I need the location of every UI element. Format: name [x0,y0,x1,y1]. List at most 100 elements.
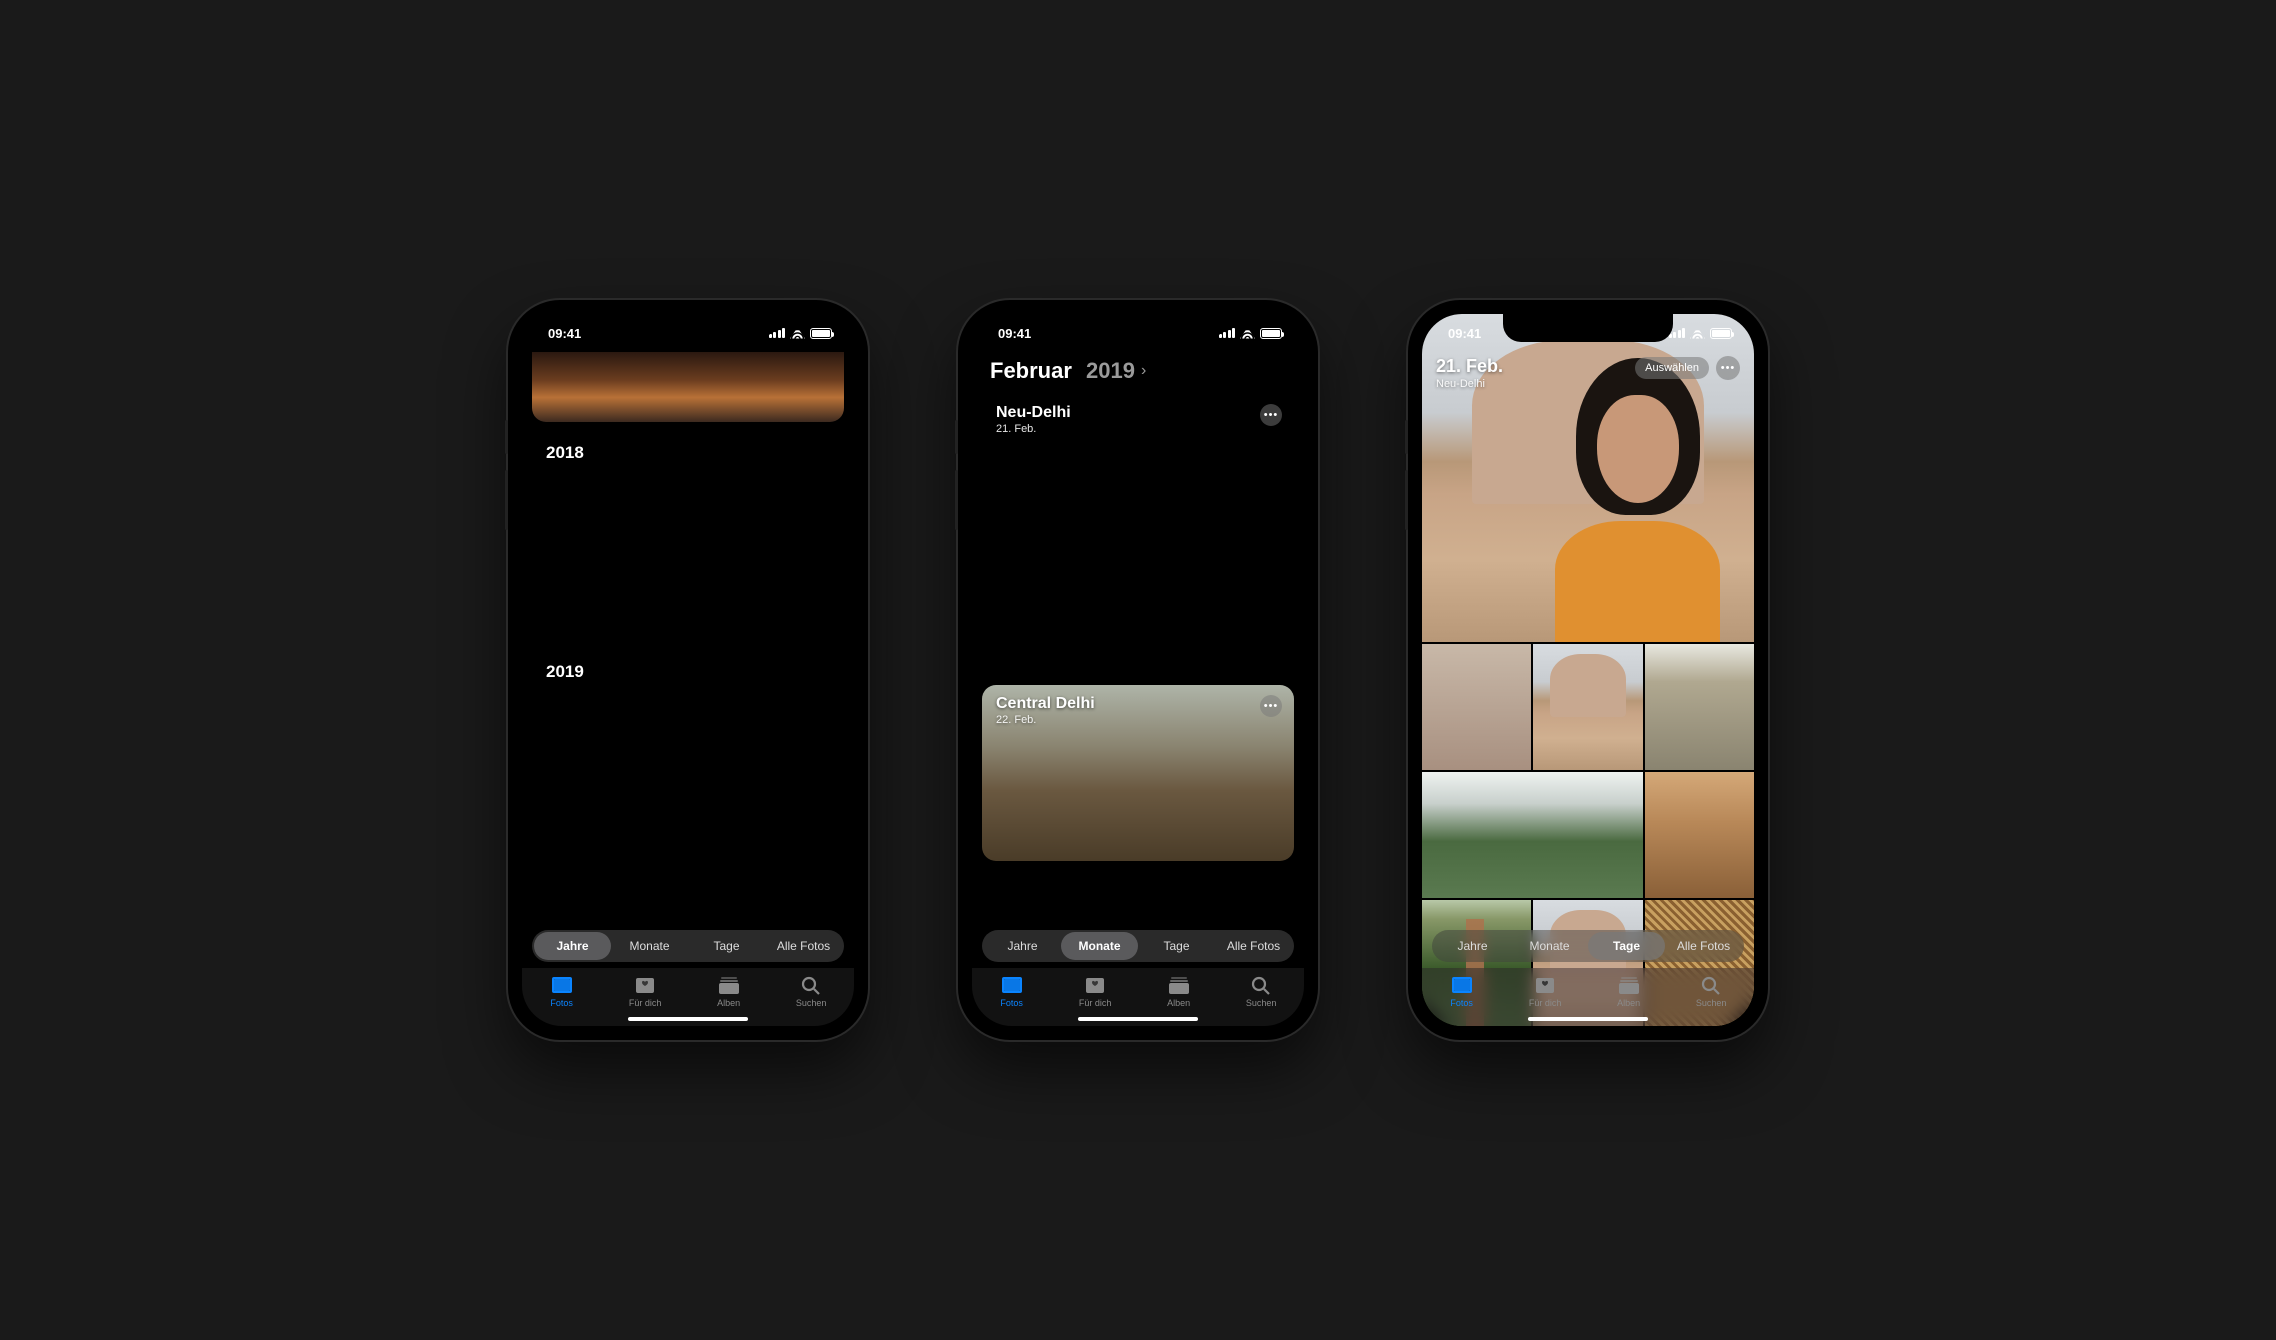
month-header[interactable]: Februar 2019 › [972,352,1304,394]
wifi-icon [1690,328,1705,339]
home-indicator[interactable] [1078,1017,1198,1021]
phone-months: 09:41 Februar 2019 › [958,300,1318,1040]
segment-all[interactable]: Alle Fotos [765,932,842,960]
notch [1503,314,1673,342]
segment-days[interactable]: Tage [1588,932,1665,960]
more-button[interactable]: ••• [1260,404,1282,426]
select-button[interactable]: Auswählen [1635,357,1709,379]
tab-for-you[interactable]: Für dich [1529,974,1562,1008]
segment-years[interactable]: Jahre [984,932,1061,960]
tab-label: Alben [1617,998,1640,1008]
years-content[interactable]: 2018 2019 [522,352,854,1026]
notch [1053,314,1223,342]
tab-search[interactable]: Suchen [1246,974,1277,1008]
tab-photos[interactable]: Fotos [1000,974,1024,1008]
card-title-block: Neu-Delhi 21. Feb. [996,404,1071,435]
home-indicator[interactable] [628,1017,748,1021]
segment-days[interactable]: Tage [1138,932,1215,960]
tab-photos[interactable]: Fotos [1450,974,1474,1008]
view-segmented-control[interactable]: Jahre Monate Tage Alle Fotos [1432,930,1744,962]
wifi-icon [790,328,805,339]
albums-icon [1167,974,1191,996]
month-name: Februar [990,358,1072,384]
photo-thumbnail[interactable] [1422,772,1643,898]
photo-thumbnail[interactable] [1645,644,1754,770]
photos-icon [550,974,574,996]
days-header: 21. Feb. Neu-Delhi Auswählen ••• [1422,352,1754,394]
status-icons [1669,328,1733,339]
tab-photos[interactable]: Fotos [550,974,574,1008]
for-you-icon [633,974,657,996]
segment-days[interactable]: Tage [688,932,765,960]
month-year: 2019 [1086,358,1135,384]
status-icons [1219,328,1283,339]
status-time: 09:41 [548,326,581,341]
card-date: 22. Feb. [996,714,1095,726]
more-button[interactable]: ••• [1260,695,1282,717]
photos-icon [1000,974,1024,996]
card-title-block: Central Delhi 22. Feb. [996,695,1095,726]
segment-all[interactable]: Alle Fotos [1665,932,1742,960]
tab-label: Suchen [1696,998,1727,1008]
card-location: Neu-Delhi [996,404,1071,422]
photo-thumbnail[interactable] [1645,772,1754,898]
search-icon [1699,974,1723,996]
chevron-right-icon: › [1141,362,1146,380]
year-card[interactable]: 2018 [532,433,844,641]
segment-all[interactable]: Alle Fotos [1215,932,1292,960]
tab-label: Alben [717,998,740,1008]
photos-icon [1450,974,1474,996]
battery-icon [1260,328,1282,339]
header-date: 21. Feb. [1436,356,1503,377]
tab-albums[interactable]: Alben [1617,974,1641,1008]
card-date: 21. Feb. [996,423,1071,435]
months-content[interactable]: Februar 2019 › Neu-Delhi 21. Feb. ••• [972,352,1304,1026]
notch [603,314,773,342]
segment-months[interactable]: Monate [1061,932,1138,960]
year-label: 2019 [546,662,584,682]
tab-label: Fotos [550,998,573,1008]
tab-label: Fotos [1000,998,1023,1008]
wifi-icon [1240,328,1255,339]
albums-icon [717,974,741,996]
year-label: 2018 [546,443,584,463]
search-icon [799,974,823,996]
tab-label: Suchen [1246,998,1277,1008]
screen: 09:41 21. Feb. Neu-Delhi Auswählen ••• [1422,314,1754,1026]
tab-for-you[interactable]: Für dich [1079,974,1112,1008]
view-segmented-control[interactable]: Jahre Monate Tage Alle Fotos [532,930,844,962]
segment-years[interactable]: Jahre [534,932,611,960]
photo-thumbnail [532,352,844,422]
segment-months[interactable]: Monate [611,932,688,960]
segment-months[interactable]: Monate [1511,932,1588,960]
tab-for-you[interactable]: Für dich [629,974,662,1008]
phone-years: 09:41 2018 [508,300,868,1040]
card-location: Central Delhi [996,695,1095,713]
year-card[interactable] [532,352,844,422]
home-indicator[interactable] [1528,1017,1648,1021]
month-card[interactable]: Central Delhi 22. Feb. ••• [982,685,1294,861]
tab-label: Für dich [1079,998,1112,1008]
tab-label: Für dich [1529,998,1562,1008]
tab-label: Fotos [1450,998,1473,1008]
for-you-icon [1533,974,1557,996]
screen: 09:41 Februar 2019 › [972,314,1304,1026]
tab-albums[interactable]: Alben [717,974,741,1008]
battery-icon [810,328,832,339]
status-time: 09:41 [998,326,1031,341]
status-icons [769,328,833,339]
tab-albums[interactable]: Alben [1167,974,1191,1008]
screen: 09:41 2018 [522,314,854,1026]
more-button[interactable]: ••• [1716,356,1740,380]
albums-icon [1617,974,1641,996]
month-card[interactable]: Neu-Delhi 21. Feb. ••• [982,394,1294,674]
view-segmented-control[interactable]: Jahre Monate Tage Alle Fotos [982,930,1294,962]
tab-search[interactable]: Suchen [796,974,827,1008]
search-icon [1249,974,1273,996]
year-card[interactable]: 2019 [532,652,844,860]
segment-years[interactable]: Jahre [1434,932,1511,960]
days-content[interactable]: 09:41 21. Feb. Neu-Delhi Auswählen ••• [1422,314,1754,1026]
photo-thumbnail[interactable] [1533,644,1642,770]
tab-search[interactable]: Suchen [1696,974,1727,1008]
photo-thumbnail[interactable] [1422,644,1531,770]
